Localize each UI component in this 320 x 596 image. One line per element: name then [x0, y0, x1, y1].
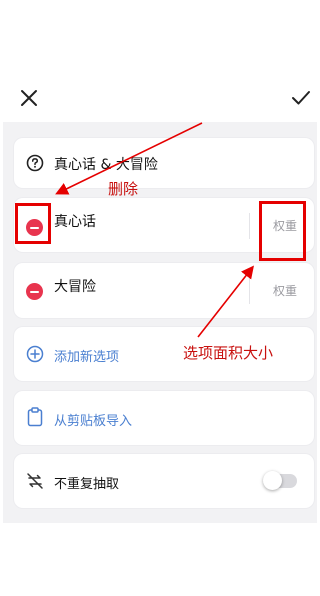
weight-annotation: 选项面积大小: [183, 344, 274, 362]
weight-arrow: [197, 265, 254, 338]
annotation-arrows: [55, 122, 254, 338]
delete-annotation: 删除: [108, 180, 139, 198]
